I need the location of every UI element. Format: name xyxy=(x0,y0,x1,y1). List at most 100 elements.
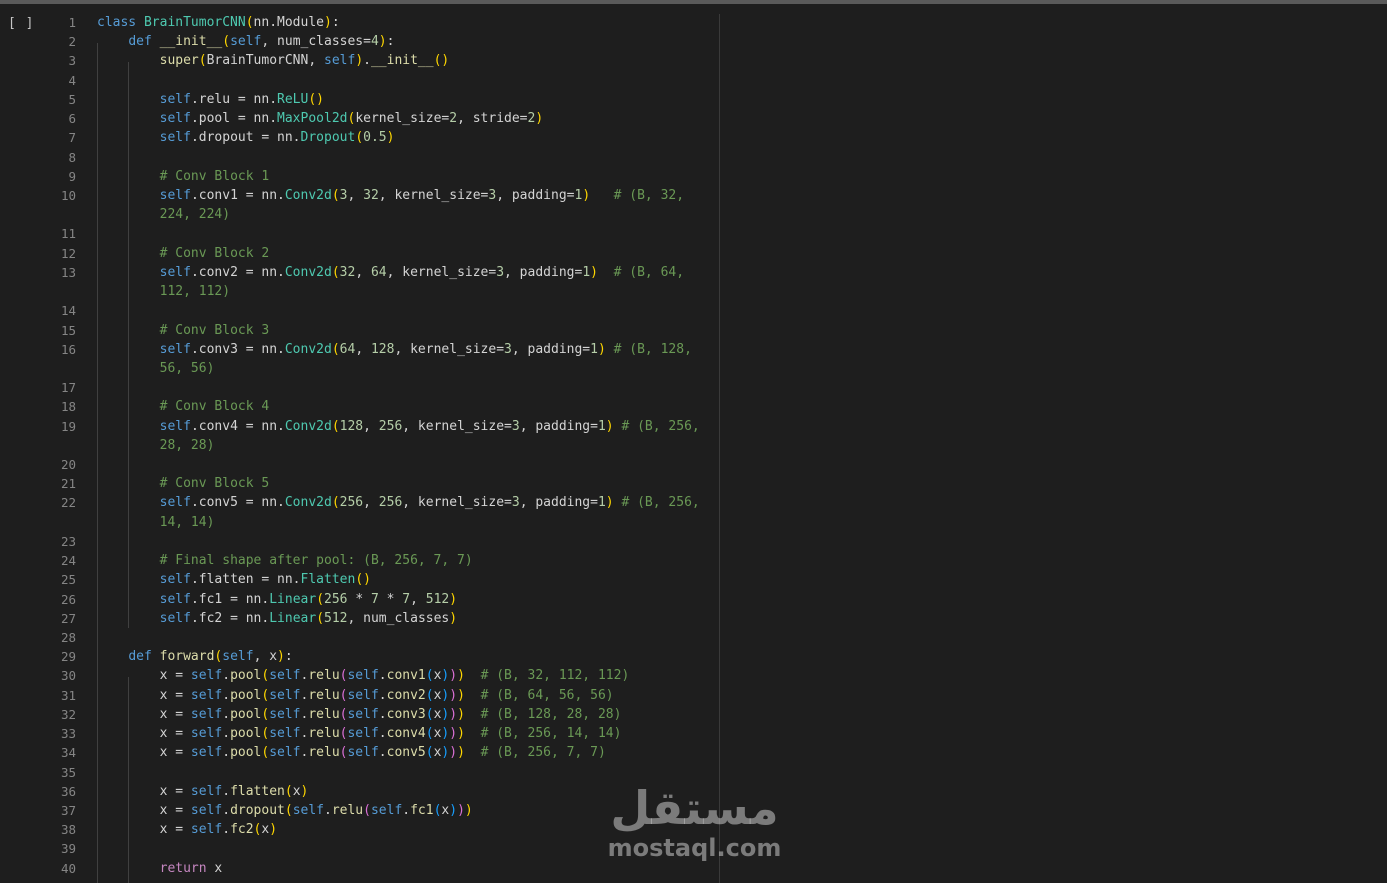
code-text[interactable]: self.fc2 = nn.Linear(512, num_classes) xyxy=(97,609,457,628)
code-line[interactable]: 40 return x xyxy=(0,859,720,878)
code-line[interactable]: 28, 28) xyxy=(0,436,720,455)
code-editor[interactable]: 1 class BrainTumorCNN(nn.Module): 2 def __… xyxy=(0,13,720,878)
code-line[interactable]: 21 # Conv Block 5 xyxy=(0,474,720,493)
code-line[interactable]: 3 super(BrainTumorCNN, self).__init__() xyxy=(0,51,720,70)
code-line[interactable]: 14 xyxy=(0,301,720,320)
code-line[interactable]: 23 xyxy=(0,532,720,551)
code-line[interactable]: 224, 224) xyxy=(0,205,720,224)
code-text[interactable]: 14, 14) xyxy=(97,513,215,532)
code-line[interactable]: 26 self.fc1 = nn.Linear(256 * 7 * 7, 512… xyxy=(0,590,720,609)
code-line[interactable]: 28 xyxy=(0,628,720,647)
code-line[interactable]: 27 self.fc2 = nn.Linear(512, num_classes… xyxy=(0,609,720,628)
code-line[interactable]: 29 def forward(self, x): xyxy=(0,647,720,666)
code-line[interactable]: 30 x = self.pool(self.relu(self.conv1(x)… xyxy=(0,666,720,685)
code-text[interactable]: def __init__(self, num_classes=4): xyxy=(97,32,394,51)
code-text[interactable]: self.conv5 = nn.Conv2d(256, 256, kernel_… xyxy=(97,493,700,512)
code-line[interactable]: 34 x = self.pool(self.relu(self.conv5(x)… xyxy=(0,743,720,762)
line-number: 34 xyxy=(60,745,76,761)
code-text[interactable]: # Conv Block 1 xyxy=(97,167,270,186)
code-text[interactable]: x = self.dropout(self.relu(self.fc1(x))) xyxy=(97,801,473,820)
code-line[interactable]: 8 xyxy=(0,148,720,167)
code-text[interactable]: # Conv Block 2 xyxy=(97,244,270,263)
code-text[interactable]: class BrainTumorCNN(nn.Module): xyxy=(97,13,340,32)
code-text[interactable]: x = self.flatten(x) xyxy=(97,782,309,801)
line-number: 31 xyxy=(60,687,76,703)
code-text[interactable]: self.flatten = nn.Flatten() xyxy=(97,570,371,589)
code-line[interactable]: 9 # Conv Block 1 xyxy=(0,167,720,186)
code-line[interactable]: 2 def __init__(self, num_classes=4): xyxy=(0,32,720,51)
line-number: 19 xyxy=(60,418,76,434)
code-text[interactable]: return x xyxy=(97,859,223,878)
code-text[interactable]: self.pool = nn.MaxPool2d(kernel_size=2, … xyxy=(97,109,544,128)
code-line[interactable]: 7 self.dropout = nn.Dropout(0.5) xyxy=(0,128,720,147)
code-line[interactable]: 4 xyxy=(0,71,720,90)
code-text[interactable]: self.conv1 = nn.Conv2d(3, 32, kernel_siz… xyxy=(97,186,684,205)
line-number: 12 xyxy=(60,245,76,261)
code-line[interactable]: 31 x = self.pool(self.relu(self.conv2(x)… xyxy=(0,686,720,705)
line-number: 38 xyxy=(60,822,76,838)
code-text[interactable]: # Conv Block 4 xyxy=(97,397,270,416)
line-number: 11 xyxy=(60,226,76,242)
line-number: 2 xyxy=(68,34,76,50)
code-text[interactable]: 112, 112) xyxy=(97,282,230,301)
code-text[interactable]: # Conv Block 3 xyxy=(97,321,270,340)
line-number: 40 xyxy=(60,860,76,876)
code-line[interactable]: 38 x = self.fc2(x) xyxy=(0,820,720,839)
line-number: 15 xyxy=(60,322,76,338)
code-line[interactable]: 33 x = self.pool(self.relu(self.conv4(x)… xyxy=(0,724,720,743)
line-number: 24 xyxy=(60,553,76,569)
line-number: 23 xyxy=(60,533,76,549)
code-line[interactable]: 13 self.conv2 = nn.Conv2d(32, 64, kernel… xyxy=(0,263,720,282)
line-number: 14 xyxy=(60,303,76,319)
code-text[interactable]: self.dropout = nn.Dropout(0.5) xyxy=(97,128,395,147)
code-text[interactable]: x = self.pool(self.relu(self.conv1(x))) … xyxy=(97,666,630,685)
code-line[interactable]: 56, 56) xyxy=(0,359,720,378)
code-line[interactable]: 1 class BrainTumorCNN(nn.Module): xyxy=(0,13,720,32)
code-text[interactable]: def forward(self, x): xyxy=(97,647,292,666)
notebook-code-cell[interactable]: [ ] 1 class BrainTumorCNN(nn.Module): 2 de… xyxy=(0,4,1387,883)
code-line[interactable]: 16 self.conv3 = nn.Conv2d(64, 128, kerne… xyxy=(0,340,720,359)
code-text[interactable]: self.fc1 = nn.Linear(256 * 7 * 7, 512) xyxy=(97,590,457,609)
code-text[interactable]: super(BrainTumorCNN, self).__init__() xyxy=(97,51,450,70)
code-line[interactable]: 15 # Conv Block 3 xyxy=(0,321,720,340)
code-text[interactable]: x = self.fc2(x) xyxy=(97,820,277,839)
code-line[interactable]: 19 self.conv4 = nn.Conv2d(128, 256, kern… xyxy=(0,417,720,436)
code-line[interactable]: 6 self.pool = nn.MaxPool2d(kernel_size=2… xyxy=(0,109,720,128)
code-line[interactable]: 32 x = self.pool(self.relu(self.conv3(x)… xyxy=(0,705,720,724)
code-line[interactable]: 39 xyxy=(0,839,720,858)
code-line[interactable]: 20 xyxy=(0,455,720,474)
line-number: 5 xyxy=(68,91,76,107)
code-text[interactable]: # Conv Block 5 xyxy=(97,474,270,493)
code-line[interactable]: 112, 112) xyxy=(0,282,720,301)
code-text[interactable]: self.conv2 = nn.Conv2d(32, 64, kernel_si… xyxy=(97,263,684,282)
code-line[interactable]: 11 xyxy=(0,224,720,243)
code-line[interactable]: 10 self.conv1 = nn.Conv2d(3, 32, kernel_… xyxy=(0,186,720,205)
code-line[interactable]: 37 x = self.dropout(self.relu(self.fc1(x… xyxy=(0,801,720,820)
code-text[interactable]: x = self.pool(self.relu(self.conv4(x))) … xyxy=(97,724,622,743)
line-number: 25 xyxy=(60,572,76,588)
code-line[interactable]: 18 # Conv Block 4 xyxy=(0,397,720,416)
line-number: 21 xyxy=(60,476,76,492)
code-line[interactable]: 35 xyxy=(0,763,720,782)
line-number: 36 xyxy=(60,783,76,799)
code-text[interactable]: x = self.pool(self.relu(self.conv5(x))) … xyxy=(97,743,606,762)
code-text[interactable]: 28, 28) xyxy=(97,436,215,455)
code-text[interactable]: 224, 224) xyxy=(97,205,230,224)
code-line[interactable]: 36 x = self.flatten(x) xyxy=(0,782,720,801)
code-text[interactable]: x = self.pool(self.relu(self.conv3(x))) … xyxy=(97,705,622,724)
code-text[interactable]: # Final shape after pool: (B, 256, 7, 7) xyxy=(97,551,473,570)
code-line[interactable]: 22 self.conv5 = nn.Conv2d(256, 256, kern… xyxy=(0,493,720,512)
code-line[interactable]: 12 # Conv Block 2 xyxy=(0,244,720,263)
line-number: 26 xyxy=(60,591,76,607)
code-line[interactable]: 14, 14) xyxy=(0,513,720,532)
code-text[interactable]: 56, 56) xyxy=(97,359,215,378)
code-text[interactable]: self.conv3 = nn.Conv2d(64, 128, kernel_s… xyxy=(97,340,692,359)
code-line[interactable]: 5 self.relu = nn.ReLU() xyxy=(0,90,720,109)
code-line[interactable]: 17 xyxy=(0,378,720,397)
line-number: 29 xyxy=(60,649,76,665)
code-line[interactable]: 24 # Final shape after pool: (B, 256, 7,… xyxy=(0,551,720,570)
code-text[interactable]: x = self.pool(self.relu(self.conv2(x))) … xyxy=(97,686,614,705)
code-text[interactable]: self.relu = nn.ReLU() xyxy=(97,90,324,109)
code-text[interactable]: self.conv4 = nn.Conv2d(128, 256, kernel_… xyxy=(97,417,700,436)
code-line[interactable]: 25 self.flatten = nn.Flatten() xyxy=(0,570,720,589)
